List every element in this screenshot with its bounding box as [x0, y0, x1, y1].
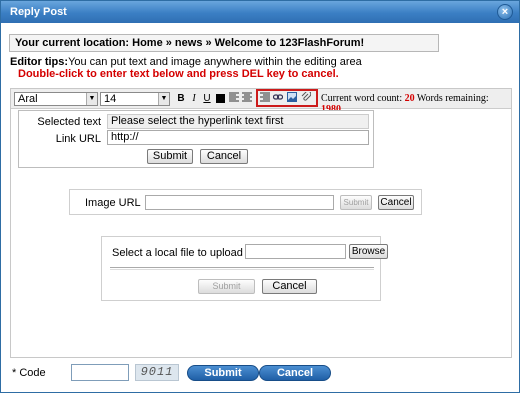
link-url-label: Link URL [55, 133, 101, 145]
editor-tips-label: Editor tips: [10, 56, 69, 68]
editor-tips-text: You can put text and image anywhere with… [68, 56, 362, 68]
size-select[interactable]: 14 ▼ [100, 92, 170, 106]
selected-text-field: Please select the hyperlink text first [107, 114, 369, 129]
text-color-icon[interactable] [215, 92, 225, 105]
link-submit-button[interactable]: Submit [147, 149, 193, 164]
hyperlink-panel: Selected text Please select the hyperlin… [18, 110, 374, 168]
chevron-down-icon: ▼ [158, 93, 169, 105]
dialog-title: Reply Post [10, 6, 67, 18]
image-submit-button[interactable]: Submit [340, 195, 372, 210]
editor-area[interactable]: Aral ▼ 14 ▼ B I U Current word count: 20 W… [10, 88, 512, 358]
code-label: * Code [12, 367, 46, 379]
browse-button[interactable]: Browse [349, 244, 388, 259]
link-cancel-button[interactable]: Cancel [200, 149, 248, 164]
upload-submit-button[interactable]: Submit [198, 279, 255, 294]
italic-button[interactable]: I [189, 92, 199, 105]
image-url-input[interactable] [145, 195, 334, 210]
selected-text-label: Selected text [37, 116, 101, 128]
link-url-input[interactable]: http:// [107, 130, 369, 145]
image-url-label: Image URL [85, 197, 141, 209]
bold-button[interactable]: B [176, 92, 186, 105]
file-upload-panel: Select a local file to upload Browse Sub… [101, 236, 388, 301]
breadcrumb: Your current location: Home » news » Wel… [9, 34, 439, 52]
align-left-icon[interactable] [229, 92, 239, 105]
chevron-down-icon: ▼ [86, 93, 97, 105]
words-remaining-label: Words remaining: [416, 93, 489, 104]
align-center-icon[interactable] [242, 92, 252, 105]
cancel-button[interactable]: Cancel [259, 365, 331, 381]
editor-tips: Editor tips:You can put text and image a… [10, 56, 362, 68]
close-icon[interactable]: × [497, 4, 513, 20]
image-cancel-button[interactable]: Cancel [378, 195, 414, 210]
font-select-value: Aral [18, 93, 38, 105]
submit-button[interactable]: Submit [187, 365, 259, 381]
captcha-image: 9011 [135, 364, 179, 381]
upload-file-input[interactable] [245, 244, 346, 259]
editor-toolbar: Aral ▼ 14 ▼ B I U Current word count: 20 W… [11, 89, 511, 115]
font-select[interactable]: Aral ▼ [14, 92, 98, 106]
insert-tools-highlight [256, 89, 318, 107]
upload-cancel-button[interactable]: Cancel [262, 279, 317, 294]
word-count-label: Current word count: [321, 93, 403, 104]
size-select-value: 14 [104, 93, 117, 105]
editor-tips-warning: Double-click to enter text below and pre… [18, 68, 339, 80]
captcha-input[interactable] [71, 364, 129, 381]
upload-label: Select a local file to upload [112, 247, 243, 259]
image-url-panel: Image URL Submit Cancel [69, 189, 422, 215]
title-bar: Reply Post × [1, 1, 519, 23]
word-count-value: 20 [404, 93, 415, 104]
underline-button[interactable]: U [202, 92, 212, 105]
reply-post-dialog: Reply Post × Your current location: Home… [0, 0, 520, 393]
upload-divider [110, 267, 374, 270]
